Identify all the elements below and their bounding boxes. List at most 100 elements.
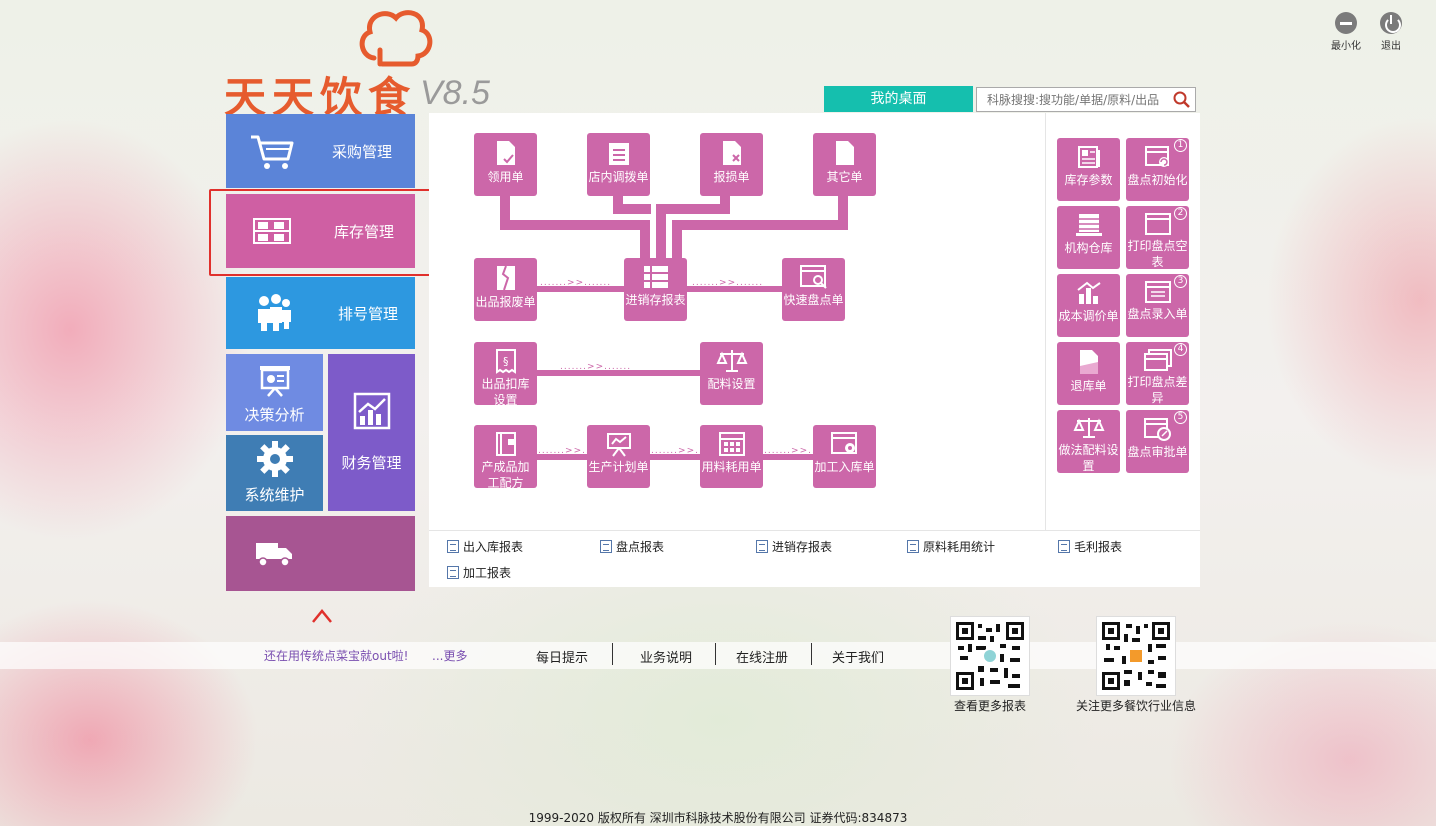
growth-chart-icon [353,392,390,430]
qr-code-wechat [1096,616,1176,696]
report-link-process[interactable]: 加工报表 [447,564,511,581]
tile-print-blank[interactable]: 2 打印盘点空 表 [1126,206,1189,269]
menu-queue[interactable]: 排号管理 [226,277,415,349]
link-separator [715,643,716,665]
menu-delivery[interactable] [226,516,415,591]
presentation-board-icon [259,366,290,397]
tile-production-plan[interactable]: 生产计划单 [587,425,650,488]
menu-analysis[interactable]: 决策分析 [226,354,323,431]
scale-icon [715,350,748,372]
search-icon[interactable] [1172,90,1192,110]
flow-dots: .......>>....... [560,362,632,372]
report-icon [447,540,459,553]
tile-return[interactable]: 退库单 [1057,342,1120,405]
tile-other[interactable]: 其它单 [813,133,876,196]
people-icon [258,294,291,331]
link-about-us[interactable]: 关于我们 [832,647,884,666]
copyright-footer: 1999-2020 版权所有 深圳市科脉技术股份有限公司 证券代码:834873 [528,811,908,825]
search-input[interactable] [977,92,1172,107]
report-icon [447,566,459,579]
link-daily-tip[interactable]: 每日提示 [536,647,588,666]
window-gear-icon [830,432,857,454]
tile-count-approve[interactable]: 5 盘点审批单 [1126,410,1189,473]
qr-code-reports [950,616,1030,696]
window-compass-icon [1143,418,1171,441]
tile-org-warehouse[interactable]: 机构仓库 [1057,206,1120,269]
tile-print-diff[interactable]: 4 打印盘点差 异 [1126,342,1189,405]
report-link-inout[interactable]: 出入库报表 [447,538,523,555]
menu-stock-selection-frame [209,189,435,276]
document-icon [835,141,854,165]
tile-process-in[interactable]: 加工入库单 [813,425,876,488]
truck-icon [256,542,292,567]
report-link-inventory[interactable]: 进销存报表 [756,538,832,555]
document-fold-icon [1079,350,1098,374]
document-check-icon [496,141,515,165]
bar-chart-up-icon [1076,281,1101,304]
gear-icon [256,441,293,477]
windows-stack-icon [1143,349,1172,371]
calendar-grid-icon [718,432,745,456]
link-separator [612,643,613,665]
scale-icon [1072,418,1105,438]
window-search-icon [799,265,827,289]
link-business-info[interactable]: 业务说明 [640,647,692,666]
report-icon [756,540,768,553]
report-link-material[interactable]: 原料耗用统计 [907,538,995,555]
tile-cost-adjust[interactable]: 成本调价单 [1057,274,1120,337]
menu-analysis-label: 决策分析 [244,406,305,424]
report-link-count[interactable]: 盘点报表 [600,538,664,555]
tab-my-desktop[interactable]: 我的桌面 [824,86,973,112]
panel-divider-horizontal [429,530,1200,531]
list-icon [643,266,668,288]
menu-purchase[interactable]: 采购管理 [226,114,415,188]
tile-count-init[interactable]: 1 盘点初始化 [1126,138,1189,201]
bottom-bar [0,642,1436,669]
report-icon [907,540,919,553]
window-icon [1144,213,1171,235]
report-link-profit[interactable]: 毛利报表 [1058,538,1122,555]
chef-hat-logo-icon [359,10,433,67]
svg-text:§: § [503,355,509,368]
tile-requisition[interactable]: 领用单 [474,133,537,196]
menu-system[interactable]: 系统维护 [226,435,323,511]
newspaper-icon [1077,146,1100,168]
qr-code-icon [956,622,1024,690]
menu-finance[interactable]: 财务管理 [328,354,415,511]
tile-ingredient-setting[interactable]: 配料设置 [700,342,763,405]
tile-transfer[interactable]: 店内调拨单 [587,133,650,196]
tile-material-use[interactable]: 用料耗用单 [700,425,763,488]
search-box [976,87,1196,112]
tile-loss[interactable]: 报损单 [700,133,763,196]
cart-icon [251,135,294,169]
tile-deduct-setting[interactable]: § 出品扣库 设置 [474,342,537,407]
collapse-up-icon[interactable] [311,604,333,626]
link-separator [811,643,812,665]
menu-system-label: 系统维护 [244,486,305,504]
tile-inventory-report[interactable]: 进销存报表 [624,258,687,321]
board-chart-icon [606,433,631,457]
menu-purchase-label: 采购管理 [332,142,393,161]
tile-quick-count[interactable]: 快速盘点单 [782,258,845,321]
minimize-button[interactable]: 最小化 [1326,12,1366,52]
torn-document-icon [496,265,515,291]
tile-product-loss[interactable]: 出品报废单 [474,258,537,321]
notepad-icon [608,143,629,165]
flow-dots: .......>>....... [540,278,612,288]
more-link[interactable]: ...更多 [432,647,467,664]
promo-tip[interactable]: 还在用传统点菜宝就out啦! [264,647,408,664]
exit-button[interactable]: 退出 [1371,12,1411,52]
qr1-caption: 查看更多报表 [954,699,1027,713]
document-x-icon [722,141,741,165]
tile-semi-product-recipe[interactable]: 产成品加 工配方 [474,425,537,490]
tile-count-entry[interactable]: 3 盘点录入单 [1126,274,1189,337]
minimize-icon [1335,12,1357,34]
report-icon [1058,540,1070,553]
tile-stock-params[interactable]: 库存参数 [1057,138,1120,201]
menu-finance-label: 财务管理 [341,454,402,472]
window-refresh-icon [1144,146,1169,167]
window-list-icon [1144,281,1171,303]
qr-code-icon [1102,622,1170,690]
link-online-register[interactable]: 在线注册 [736,647,788,666]
tile-recipe-setting[interactable]: 做法配料设 置 [1057,410,1120,473]
